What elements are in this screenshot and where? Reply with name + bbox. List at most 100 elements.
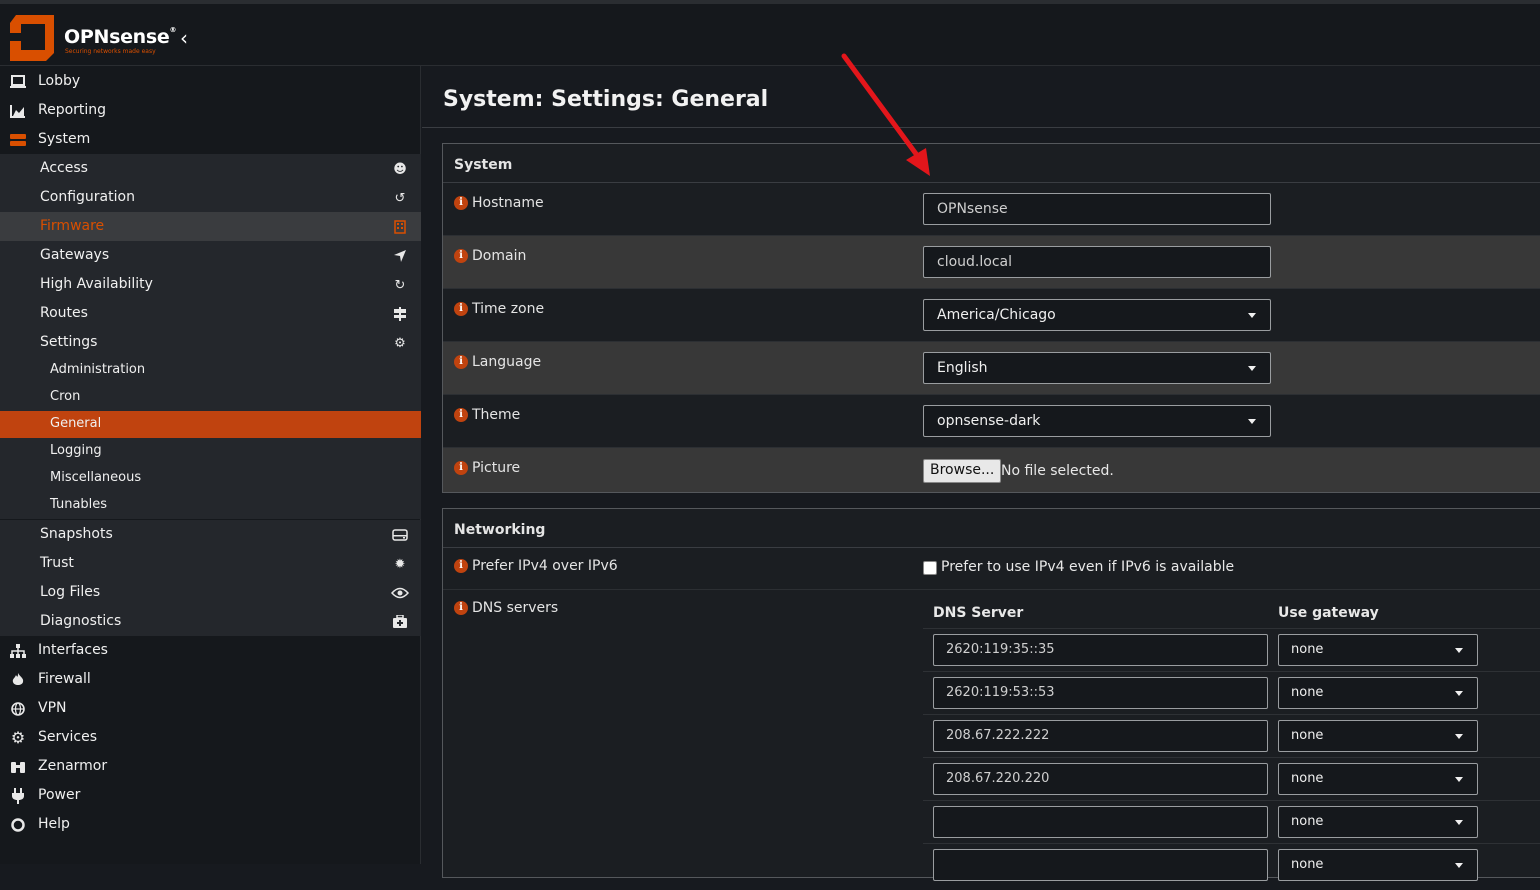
info-icon[interactable]: i <box>454 196 468 210</box>
picture-label: Picture <box>472 460 521 476</box>
sidebar-item-firmware[interactable]: Firmware <box>0 212 421 241</box>
networking-panel: Networking i Prefer IPv4 over IPv6 Prefer… <box>442 508 1540 881</box>
sidebar-item-power[interactable]: Power <box>0 781 421 810</box>
sidebar-item-settings[interactable]: Settings ⚙ <box>0 328 421 357</box>
cogs-icon: ⚙ <box>394 335 406 351</box>
caret-down-icon <box>1248 313 1256 318</box>
dns-server-input[interactable] <box>933 849 1268 881</box>
sidebar-item-access[interactable]: Access ☻ <box>0 154 421 183</box>
info-icon[interactable]: i <box>454 355 468 369</box>
dns-gateway-select[interactable]: none <box>1278 720 1478 752</box>
timezone-label: Time zone <box>472 301 545 317</box>
info-icon[interactable]: i <box>454 559 468 573</box>
use-gateway-column-header: Use gateway <box>1278 605 1379 621</box>
language-label: Language <box>472 354 542 370</box>
caret-down-icon <box>1248 366 1256 371</box>
theme-select[interactable]: opnsense-dark <box>923 405 1271 437</box>
sidebar-item-help[interactable]: Help <box>0 810 421 839</box>
language-select[interactable]: English <box>923 352 1271 384</box>
timezone-select[interactable]: America/Chicago <box>923 299 1271 331</box>
sitemap-icon <box>9 642 27 660</box>
globe-icon <box>9 700 27 718</box>
sidebar-item-diagnostics[interactable]: Diagnostics <box>0 607 421 636</box>
dns-gateway-select[interactable]: none <box>1278 763 1478 795</box>
certificate-icon: ✹ <box>394 556 406 572</box>
dns-server-input[interactable]: 2620:119:53::53 <box>933 677 1268 709</box>
eye-icon <box>391 584 409 602</box>
dns-server-input[interactable]: 208.67.222.222 <box>933 720 1268 752</box>
fire-icon <box>9 671 27 689</box>
caret-down-icon <box>1248 419 1256 424</box>
browse-button[interactable]: Browse... <box>923 459 1002 483</box>
theme-label: Theme <box>472 407 521 423</box>
sidebar-item-cron[interactable]: Cron <box>0 384 421 411</box>
networking-panel-heading: Networking <box>443 509 1540 548</box>
plug-icon <box>9 787 27 805</box>
language-row: i Language English <box>443 342 1540 395</box>
dns-servers-label: DNS servers <box>472 600 559 616</box>
dns-gateway-select[interactable]: none <box>1278 634 1478 666</box>
theme-row: i Theme opnsense-dark <box>443 395 1540 448</box>
sidebar-item-snapshots[interactable]: Snapshots <box>0 520 421 549</box>
prefer-ipv4-checkbox[interactable] <box>923 561 937 575</box>
dns-gateway-select[interactable]: none <box>1278 677 1478 709</box>
sidebar-item-interfaces[interactable]: Interfaces <box>0 636 421 665</box>
prefer-ipv4-row: i Prefer IPv4 over IPv6 Prefer to use IPv… <box>443 548 1540 590</box>
sidebar-item-high-availability[interactable]: High Availability ↻ <box>0 270 421 299</box>
refresh-icon: ↻ <box>394 277 406 293</box>
sidebar-item-vpn[interactable]: VPN <box>0 694 421 723</box>
caret-down-icon <box>1455 691 1463 696</box>
location-arrow-icon <box>391 247 409 265</box>
sidebar-item-miscellaneous[interactable]: Miscellaneous <box>0 465 421 492</box>
sidebar-item-log-files[interactable]: Log Files <box>0 578 421 607</box>
info-icon[interactable]: i <box>454 249 468 263</box>
dns-servers-row: i DNS servers DNS Server Use gateway 2620… <box>443 590 1540 890</box>
sidebar-item-firewall[interactable]: Firewall <box>0 665 421 694</box>
prefer-ipv4-checkbox-label: Prefer to use IPv4 even if IPv6 is avail… <box>941 559 1235 575</box>
info-icon[interactable]: i <box>454 408 468 422</box>
dns-server-input[interactable]: 2620:119:35::35 <box>933 634 1268 666</box>
sidebar-item-zenarmor[interactable]: Zenarmor <box>0 752 421 781</box>
info-icon[interactable]: i <box>454 461 468 475</box>
sidebar-item-administration[interactable]: Administration <box>0 357 421 384</box>
chevron-left-icon[interactable]: ‹ <box>180 28 188 48</box>
sidebar-item-system[interactable]: System <box>0 125 421 154</box>
users-icon: ☻ <box>393 161 407 177</box>
sidebar-item-gateways[interactable]: Gateways <box>0 241 421 270</box>
system-panel: System i Hostname OPNsense i Domain cloud.… <box>442 143 1540 493</box>
info-icon[interactable]: i <box>454 302 468 316</box>
timezone-row: i Time zone America/Chicago <box>443 289 1540 342</box>
brand-name: OPNsense® <box>64 26 177 48</box>
caret-down-icon <box>1455 777 1463 782</box>
caret-down-icon <box>1455 648 1463 653</box>
opnsense-logo[interactable] <box>8 13 56 61</box>
cog-icon: ⚙ <box>10 728 26 747</box>
domain-label: Domain <box>472 248 527 264</box>
sidebar-item-tunables[interactable]: Tunables <box>0 492 421 519</box>
dns-server-input[interactable] <box>933 806 1268 838</box>
info-icon[interactable]: i <box>454 601 468 615</box>
caret-down-icon <box>1455 734 1463 739</box>
sidebar-item-configuration[interactable]: Configuration ↺ <box>0 183 421 212</box>
page-title: System: Settings: General <box>443 87 769 112</box>
sidebar-item-general[interactable]: General <box>0 411 421 438</box>
sidebar-item-logging[interactable]: Logging <box>0 438 421 465</box>
hostname-row: i Hostname OPNsense <box>443 183 1540 236</box>
hostname-input[interactable]: OPNsense <box>923 193 1271 225</box>
sidebar-item-services[interactable]: ⚙ Services <box>0 723 421 752</box>
sidebar-item-routes[interactable]: Routes <box>0 299 421 328</box>
dns-server-input[interactable]: 208.67.220.220 <box>933 763 1268 795</box>
main-content: System: Settings: General System i Hostna… <box>422 66 1540 881</box>
sidebar-item-trust[interactable]: Trust ✹ <box>0 549 421 578</box>
annotation-arrow <box>841 53 930 176</box>
brand-tagline: Securing networks made easy <box>65 48 156 55</box>
signs-icon <box>391 305 409 323</box>
sidebar-item-lobby[interactable]: Lobby <box>0 67 421 96</box>
file-status: No file selected. <box>1001 463 1114 479</box>
title-divider <box>422 127 1540 128</box>
top-bar: OPNsense® Securing networks made easy ‹ <box>0 0 1540 66</box>
domain-input[interactable]: cloud.local <box>923 246 1271 278</box>
dns-gateway-select[interactable]: none <box>1278 849 1478 881</box>
sidebar-item-reporting[interactable]: Reporting <box>0 96 421 125</box>
dns-gateway-select[interactable]: none <box>1278 806 1478 838</box>
